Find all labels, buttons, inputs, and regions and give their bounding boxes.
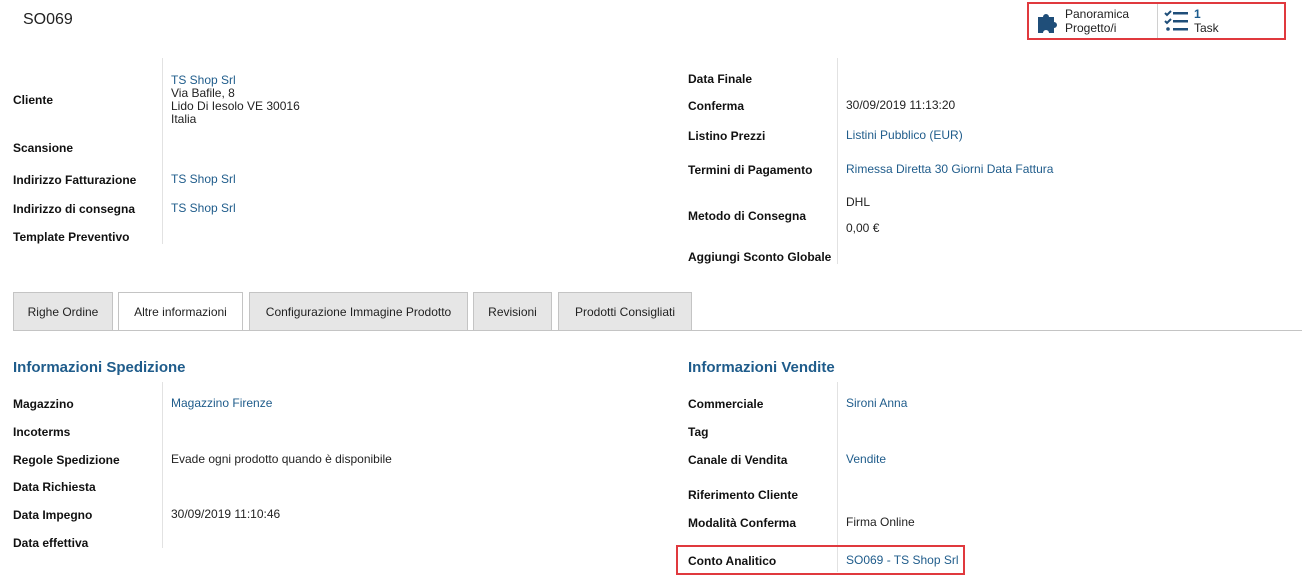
cliente-label: Cliente xyxy=(13,93,54,107)
scansione-label: Scansione xyxy=(13,141,74,155)
template-label: Template Preventivo xyxy=(13,230,130,244)
incoterms-label: Incoterms xyxy=(13,425,71,439)
canale-label: Canale di Vendita xyxy=(688,453,788,467)
separator-left-header xyxy=(162,58,163,244)
conto-link[interactable]: SO069 - TS Shop Srl xyxy=(846,553,959,567)
separator-sales xyxy=(837,382,838,548)
sconto-label: Aggiungi Sconto Globale xyxy=(688,250,832,264)
data-finale-label: Data Finale xyxy=(688,72,753,86)
shipping-section-title: Informazioni Spedizione xyxy=(13,359,186,376)
magazzino-link[interactable]: Magazzino Firenze xyxy=(171,396,272,410)
overview-label-2: Progetto/i xyxy=(1065,21,1117,35)
conto-label: Conto Analitico xyxy=(688,554,777,568)
cliente-address-line1: Via Bafile, 8 xyxy=(171,86,235,100)
cliente-link[interactable]: TS Shop Srl xyxy=(171,73,236,87)
tag-label: Tag xyxy=(688,425,709,439)
listino-link[interactable]: Listini Pubblico (EUR) xyxy=(846,128,963,142)
metodo-label: Metodo di Consegna xyxy=(688,209,806,223)
tasks-list-icon xyxy=(1162,7,1192,35)
tab-prodotti-consigliati[interactable]: Prodotti Consigliati xyxy=(558,292,692,330)
riferimento-label: Riferimento Cliente xyxy=(688,488,799,502)
tab-configurazione-immagine[interactable]: Configurazione Immagine Prodotto xyxy=(249,292,468,330)
conferma-value: 30/09/2019 11:13:20 xyxy=(846,98,956,112)
impegno-value: 30/09/2019 11:10:46 xyxy=(171,507,281,521)
cliente-address-line2: Lido Di Iesolo VE 30016 xyxy=(171,99,300,113)
commerciale-link[interactable]: Sironi Anna xyxy=(846,396,907,410)
fatturazione-label: Indirizzo Fatturazione xyxy=(13,173,137,187)
modalita-label: Modalità Conferma xyxy=(688,516,797,530)
commerciale-label: Commerciale xyxy=(688,397,764,411)
fatturazione-link[interactable]: TS Shop Srl xyxy=(171,172,236,186)
impegno-label: Data Impegno xyxy=(13,508,93,522)
regole-value: Evade ogni prodotto quando è disponibile xyxy=(171,452,392,466)
canale-link[interactable]: Vendite xyxy=(846,452,886,466)
modalita-value: Firma Online xyxy=(846,515,915,529)
smart-buttons-box: Panoramica Progetto/i 1 Task xyxy=(1027,2,1286,40)
tabs-baseline xyxy=(13,330,1302,331)
tab-altre-informazioni[interactable]: Altre informazioni xyxy=(118,292,243,331)
metodo-value: DHL xyxy=(846,195,871,209)
consegna-label: Indirizzo di consegna xyxy=(13,202,136,216)
separator-right-header xyxy=(837,58,838,264)
cliente-address-line3: Italia xyxy=(171,112,197,126)
regole-label: Regole Spedizione xyxy=(13,453,120,467)
project-overview-button[interactable]: Panoramica Progetto/i xyxy=(1029,4,1158,38)
tab-righe-ordine[interactable]: Righe Ordine xyxy=(13,292,113,330)
tab-revisioni[interactable]: Revisioni xyxy=(473,292,552,330)
task-button[interactable]: 1 Task xyxy=(1158,4,1223,38)
termini-label: Termini di Pagamento xyxy=(688,163,813,177)
consegna-link[interactable]: TS Shop Srl xyxy=(171,201,236,215)
separator-shipping xyxy=(162,382,163,548)
record-title: SO069 xyxy=(23,11,73,28)
sales-section-title: Informazioni Vendite xyxy=(688,359,835,376)
effettiva-label: Data effettiva xyxy=(13,536,89,550)
metodo-amount: 0,00 € xyxy=(846,221,880,235)
task-count: 1 xyxy=(1194,7,1201,21)
listino-label: Listino Prezzi xyxy=(688,129,766,143)
puzzle-icon xyxy=(1033,7,1063,35)
task-label: Task xyxy=(1194,21,1219,35)
conferma-label: Conferma xyxy=(688,99,745,113)
termini-link[interactable]: Rimessa Diretta 30 Giorni Data Fattura xyxy=(846,162,1053,176)
richiesta-label: Data Richiesta xyxy=(13,480,96,494)
separator-conto xyxy=(837,548,838,572)
magazzino-label: Magazzino xyxy=(13,397,74,411)
overview-label-1: Panoramica xyxy=(1065,7,1130,21)
